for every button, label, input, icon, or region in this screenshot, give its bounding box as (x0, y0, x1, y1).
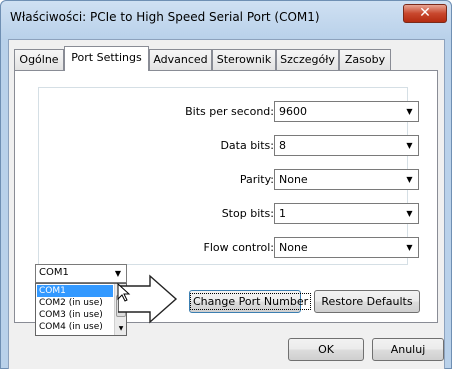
cancel-button[interactable]: Anuluj (372, 338, 444, 361)
tab-resources[interactable]: Zasoby (339, 49, 391, 70)
data-bits-select[interactable]: 8 ▼ (274, 135, 419, 156)
data-bits-value: 8 (279, 139, 286, 152)
bits-per-second-select[interactable]: 9600 ▼ (274, 101, 419, 122)
flow-control-label: Flow control: (203, 241, 274, 254)
close-button[interactable]: ✕ (403, 4, 447, 23)
parity-label: Parity: (239, 173, 274, 186)
tab-general[interactable]: Ogólne (14, 49, 64, 70)
scroll-down-icon[interactable]: ▼ (115, 324, 126, 334)
port-number-dropdown: COM1 COM2 (in use) COM3 (in use) COM4 (i… (35, 283, 127, 336)
chevron-down-icon[interactable]: ▼ (401, 238, 418, 257)
tab-driver[interactable]: Sterownik (212, 49, 276, 70)
parity-value: None (279, 173, 308, 186)
change-port-number-button[interactable]: Change Port Number (189, 290, 312, 313)
port-option[interactable]: COM4 (in use) (37, 321, 113, 333)
window-title: Właściwości: PCIe to High Speed Serial P… (10, 10, 320, 24)
parity-select[interactable]: None ▼ (274, 169, 419, 190)
title-bar[interactable]: Właściwości: PCIe to High Speed Serial P… (1, 1, 451, 39)
ok-button[interactable]: OK (288, 338, 364, 361)
chevron-down-icon[interactable]: ▼ (401, 102, 418, 121)
port-number-select[interactable]: COM1 ▼ (35, 264, 127, 283)
restore-defaults-button[interactable]: Restore Defaults (314, 290, 420, 313)
flow-control-select[interactable]: None ▼ (274, 237, 419, 258)
chevron-down-icon[interactable]: ▼ (401, 204, 418, 223)
chevron-down-icon[interactable]: ▼ (401, 136, 418, 155)
tab-details[interactable]: Szczegóły (276, 49, 339, 70)
stop-bits-label: Stop bits: (221, 207, 274, 220)
flow-control-value: None (279, 241, 308, 254)
bits-per-second-label: Bits per second: (185, 105, 274, 118)
bits-per-second-value: 9600 (279, 105, 307, 118)
port-number-value: COM1 (39, 267, 69, 278)
close-icon: ✕ (419, 5, 431, 21)
tab-port-settings[interactable]: Port Settings (64, 46, 149, 71)
chevron-down-icon[interactable]: ▼ (401, 170, 418, 189)
port-option[interactable]: COM3 (in use) (37, 309, 113, 321)
settings-group: Bits per second: 9600 ▼ Data bits: 8 ▼ P… (38, 87, 419, 265)
port-option[interactable]: COM1 (37, 285, 113, 297)
data-bits-label: Data bits: (220, 139, 274, 152)
stop-bits-select[interactable]: 1 ▼ (274, 203, 419, 224)
change-port-number-label: Change Port Number (190, 293, 312, 310)
port-option[interactable]: COM2 (in use) (37, 297, 113, 309)
tab-advanced[interactable]: Advanced (149, 49, 212, 70)
mouse-pointer-icon (117, 283, 131, 302)
stop-bits-value: 1 (279, 207, 286, 220)
